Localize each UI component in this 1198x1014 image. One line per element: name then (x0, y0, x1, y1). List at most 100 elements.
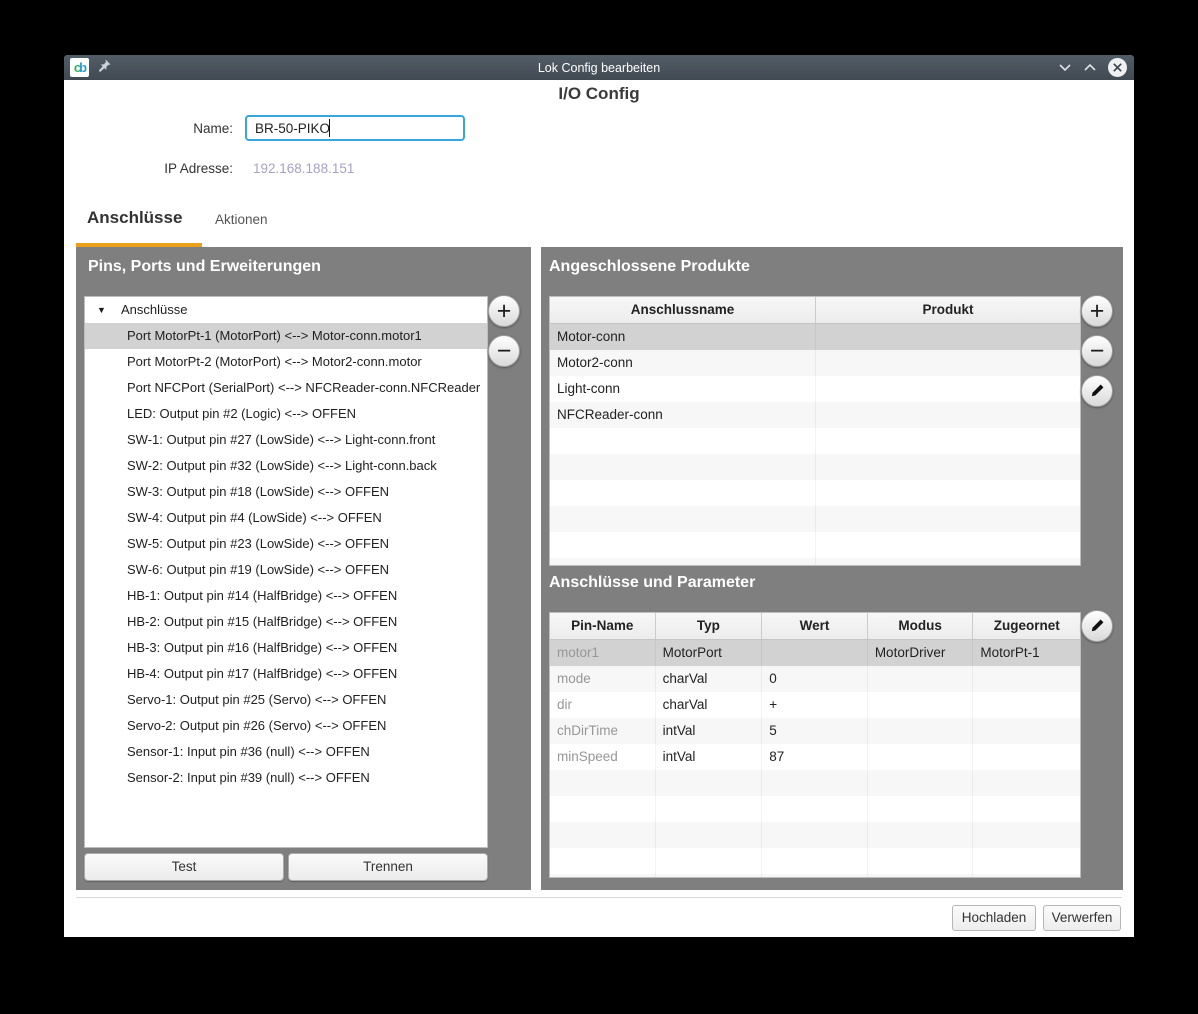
column-header[interactable]: Zugeornet (973, 613, 1080, 639)
cell (973, 796, 1080, 822)
table-empty-row[interactable] (550, 454, 1080, 480)
tree-root[interactable]: ▼ Anschlüsse (85, 297, 487, 323)
page-title: I/O Config (64, 84, 1134, 104)
column-header[interactable]: Wert (762, 613, 868, 639)
products-panel-title: Angeschlossene Produkte (549, 258, 750, 276)
shade-icon[interactable] (1058, 59, 1072, 77)
cell (762, 848, 868, 874)
cell (816, 454, 1080, 480)
params-table[interactable]: Pin-NameTypWertModusZugeornetmotor1Motor… (549, 612, 1081, 878)
tree-item[interactable]: Servo-1: Output pin #25 (Servo) <--> OFF… (85, 687, 487, 713)
disconnect-button[interactable]: Trennen (288, 853, 488, 881)
table-row[interactable]: NFCReader-conn (550, 402, 1080, 428)
pencil-icon (1089, 377, 1106, 406)
table-row[interactable]: modecharVal0 (550, 666, 1080, 692)
remove-product-button[interactable]: − (1081, 335, 1113, 367)
table-row[interactable]: Light-conn (550, 376, 1080, 402)
table-empty-row[interactable] (550, 558, 1080, 566)
cell (816, 532, 1080, 558)
table-empty-row[interactable] (550, 874, 1080, 878)
column-header[interactable]: Anschlussname (550, 297, 816, 323)
table-empty-row[interactable] (550, 848, 1080, 874)
cell: NFCReader-conn (550, 402, 816, 428)
column-header[interactable]: Pin-Name (550, 613, 656, 639)
upload-button[interactable]: Hochladen (952, 905, 1036, 931)
products-table[interactable]: AnschlussnameProduktMotor-connMotor2-con… (549, 296, 1081, 566)
tree-item[interactable]: HB-1: Output pin #14 (HalfBridge) <--> O… (85, 583, 487, 609)
cell (868, 848, 974, 874)
tree-item[interactable]: HB-3: Output pin #16 (HalfBridge) <--> O… (85, 635, 487, 661)
discard-button[interactable]: Verwerfen (1043, 905, 1121, 931)
table-empty-row[interactable] (550, 428, 1080, 454)
table-empty-row[interactable] (550, 480, 1080, 506)
edit-param-button[interactable] (1081, 610, 1113, 642)
tree-item[interactable]: LED: Output pin #2 (Logic) <--> OFFEN (85, 401, 487, 427)
cell (973, 666, 1080, 692)
cell: + (762, 692, 868, 718)
cell (816, 324, 1080, 350)
cell (868, 692, 974, 718)
cell: MotorPt-1 (973, 640, 1080, 666)
add-pin-button[interactable]: + (488, 295, 520, 327)
collapse-triangle-icon[interactable]: ▼ (97, 297, 106, 323)
plus-icon: + (497, 297, 512, 326)
connections-tree[interactable]: ▼ Anschlüsse Port MotorPt-1 (MotorPort) … (84, 296, 488, 848)
table-empty-row[interactable] (550, 770, 1080, 796)
column-header[interactable]: Typ (656, 613, 763, 639)
pins-ports-panel: Pins, Ports und Erweiterungen ▼ Anschlüs… (76, 247, 531, 890)
table-empty-row[interactable] (550, 822, 1080, 848)
cell (762, 822, 868, 848)
tree-item[interactable]: HB-2: Output pin #15 (HalfBridge) <--> O… (85, 609, 487, 635)
tree-item[interactable]: SW-4: Output pin #4 (LowSide) <--> OFFEN (85, 505, 487, 531)
cell (550, 454, 816, 480)
table-row[interactable]: Motor2-conn (550, 350, 1080, 376)
tree-item[interactable]: Port MotorPt-1 (MotorPort) <--> Motor-co… (85, 323, 487, 349)
table-row[interactable]: motor1MotorPortMotorDriverMotorPt-1 (550, 640, 1080, 666)
tree-item[interactable]: SW-2: Output pin #32 (LowSide) <--> Ligh… (85, 453, 487, 479)
cell: charVal (656, 692, 763, 718)
pin-icon[interactable] (98, 59, 111, 77)
name-input[interactable] (245, 115, 465, 141)
tree-item[interactable]: Sensor-2: Input pin #39 (null) <--> OFFE… (85, 765, 487, 791)
cell: chDirTime (550, 718, 656, 744)
tree-item[interactable]: SW-5: Output pin #23 (LowSide) <--> OFFE… (85, 531, 487, 557)
tree-item[interactable]: Port MotorPt-2 (MotorPort) <--> Motor2-c… (85, 349, 487, 375)
ip-value: 192.168.188.151 (253, 161, 354, 176)
table-empty-row[interactable] (550, 506, 1080, 532)
close-button[interactable] (1108, 58, 1127, 77)
tree-item[interactable]: SW-6: Output pin #19 (LowSide) <--> OFFE… (85, 557, 487, 583)
titlebar[interactable]: cb Lok Config bearbeiten (64, 55, 1134, 80)
tree-item[interactable]: Port NFCPort (SerialPort) <--> NFCReader… (85, 375, 487, 401)
tree-item[interactable]: SW-3: Output pin #18 (LowSide) <--> OFFE… (85, 479, 487, 505)
add-product-button[interactable]: + (1081, 295, 1113, 327)
table-row[interactable]: Motor-conn (550, 324, 1080, 350)
table-empty-row[interactable] (550, 532, 1080, 558)
cell (762, 874, 868, 878)
tree-item[interactable]: SW-1: Output pin #27 (LowSide) <--> Ligh… (85, 427, 487, 453)
cell: MotorDriver (868, 640, 974, 666)
table-row[interactable]: dircharVal+ (550, 692, 1080, 718)
cell (973, 718, 1080, 744)
column-header[interactable]: Modus (868, 613, 974, 639)
table-row[interactable]: minSpeedintVal87 (550, 744, 1080, 770)
cell: Motor-conn (550, 324, 816, 350)
maximize-icon[interactable] (1083, 59, 1097, 77)
tab-aktionen[interactable]: Aktionen (215, 212, 268, 227)
tab-anschluesse[interactable]: Anschlüsse (87, 208, 182, 228)
footer-divider (76, 897, 1122, 898)
tree-item[interactable]: HB-4: Output pin #17 (HalfBridge) <--> O… (85, 661, 487, 687)
column-header[interactable]: Produkt (816, 297, 1080, 323)
tree-item[interactable]: Sensor-1: Input pin #36 (null) <--> OFFE… (85, 739, 487, 765)
params-panel-title: Anschlüsse und Parameter (549, 574, 755, 592)
remove-pin-button[interactable]: − (488, 335, 520, 367)
table-empty-row[interactable] (550, 796, 1080, 822)
desktop-background: cb Lok Config bearbeiten I/O Config Na (0, 0, 1198, 1014)
tree-root-label: Anschlüsse (121, 302, 187, 317)
cell: 5 (762, 718, 868, 744)
test-button[interactable]: Test (84, 853, 284, 881)
cell: 0 (762, 666, 868, 692)
tree-item[interactable]: Servo-2: Output pin #26 (Servo) <--> OFF… (85, 713, 487, 739)
table-row[interactable]: chDirTimeintVal5 (550, 718, 1080, 744)
edit-product-button[interactable] (1081, 375, 1113, 407)
cell: Light-conn (550, 376, 816, 402)
